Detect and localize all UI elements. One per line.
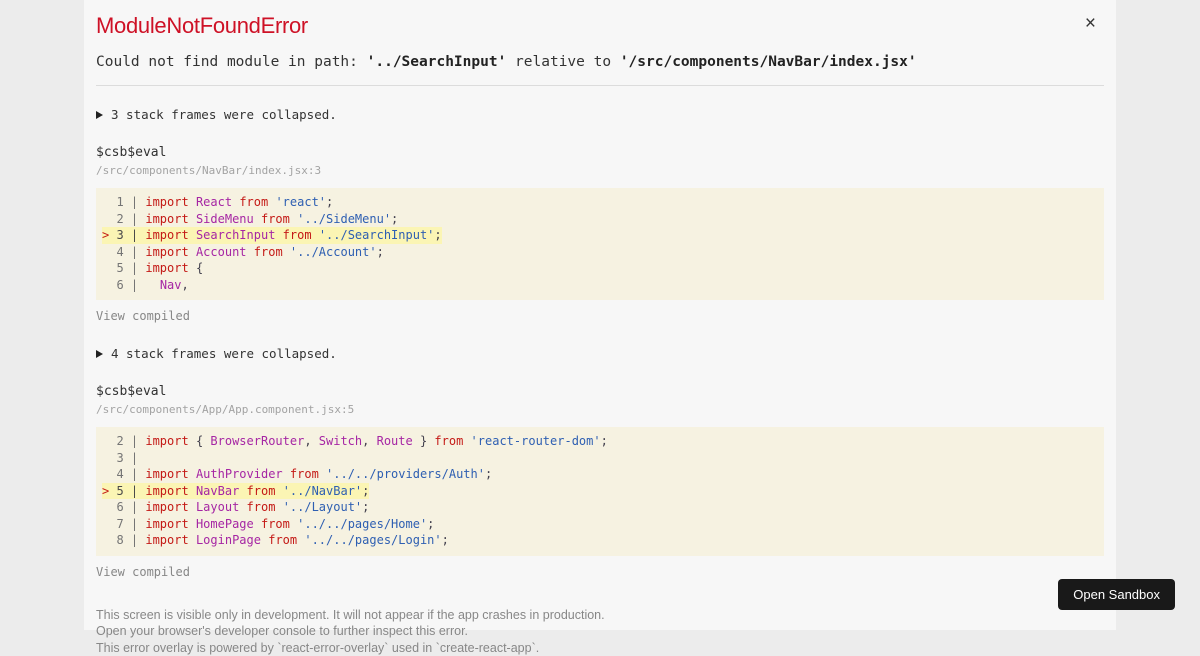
collapsed-frames-toggle[interactable]: 4 stack frames were collapsed. (96, 346, 1104, 361)
open-sandbox-button[interactable]: Open Sandbox (1058, 579, 1175, 610)
view-compiled-link[interactable]: View compiled (96, 565, 190, 579)
code-line: 6 | import Layout from '../Layout'; (102, 499, 1096, 516)
collapsed-frames-toggle[interactable]: 3 stack frames were collapsed. (96, 107, 1104, 122)
code-line: 3 | (102, 450, 1096, 467)
frame-file-location: /src/components/App/App.component.jsx:5 (96, 403, 1104, 416)
code-line: 4 | import AuthProvider from '../../prov… (102, 466, 1096, 483)
code-line: 2 | import { BrowserRouter, Switch, Rout… (102, 433, 1096, 450)
code-line: 8 | import LoginPage from '../../pages/L… (102, 532, 1096, 549)
code-line: 4 | import Account from '../Account'; (102, 244, 1096, 261)
stack-frame-section-1: 3 stack frames were collapsed. $csb$eval… (96, 107, 1104, 325)
close-icon[interactable]: × (1085, 16, 1096, 32)
error-message-prefix: Could not find module in path: (96, 54, 367, 70)
code-line: > 5 | import NavBar from '../NavBar'; (102, 483, 1096, 500)
code-line: 5 | import { (102, 260, 1096, 277)
collapse-triangle-icon (96, 111, 103, 119)
error-message-relative-file: '/src/components/NavBar/index.jsx' (620, 54, 917, 70)
error-message: Could not find module in path: '../Searc… (96, 54, 1104, 70)
error-title: ModuleNotFoundError (96, 13, 1104, 39)
code-block: 2 | import { BrowserRouter, Switch, Rout… (96, 427, 1104, 556)
frame-function-name: $csb$eval (96, 384, 1104, 399)
footer-line-3: This error overlay is powered by `react-… (96, 640, 1104, 656)
view-compiled-link[interactable]: View compiled (96, 309, 190, 323)
code-line: 2 | import SideMenu from '../SideMenu'; (102, 211, 1096, 228)
stack-frame-section-2: 4 stack frames were collapsed. $csb$eval… (96, 346, 1104, 581)
frame-file-location: /src/components/NavBar/index.jsx:3 (96, 164, 1104, 177)
footer-line-2: Open your browser's developer console to… (96, 623, 1104, 640)
error-overlay: × ModuleNotFoundError Could not find mod… (84, 0, 1116, 630)
code-line: 7 | import HomePage from '../../pages/Ho… (102, 516, 1096, 533)
collapsed-frames-label: 4 stack frames were collapsed. (111, 346, 337, 361)
error-message-module-path: '../SearchInput' (367, 54, 507, 70)
footer-line-1: This screen is visible only in developme… (96, 607, 1104, 624)
frame-function-name: $csb$eval (96, 145, 1104, 160)
code-line: > 3 | import SearchInput from '../Search… (102, 227, 1096, 244)
code-block: 1 | import React from 'react'; 2 | impor… (96, 188, 1104, 300)
code-line: 1 | import React from 'react'; (102, 194, 1096, 211)
collapsed-frames-label: 3 stack frames were collapsed. (111, 107, 337, 122)
footer-note: This screen is visible only in developme… (96, 607, 1104, 656)
divider (96, 85, 1104, 86)
collapse-triangle-icon (96, 350, 103, 358)
code-line: 6 | Nav, (102, 277, 1096, 294)
error-message-middle: relative to (506, 54, 620, 70)
